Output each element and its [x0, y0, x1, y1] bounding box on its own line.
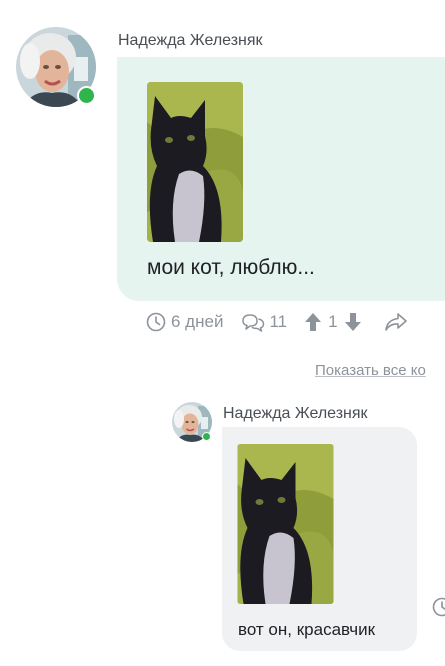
share-icon [384, 313, 407, 331]
post-text: мои кот, люблю... [147, 256, 315, 279]
share-button[interactable] [384, 312, 408, 332]
clock-icon [146, 312, 166, 332]
vote-controls: 1 [304, 312, 361, 332]
post-time-label: 6 дней [171, 312, 224, 331]
comments-button[interactable]: 11 [241, 312, 287, 332]
rating-count: 1 [328, 312, 338, 331]
reply-author-name[interactable]: Надежда Железняк [223, 405, 368, 423]
comment-thread: Надежда Железняк мои кот, люблю... 6 дне… [0, 0, 445, 666]
reply-photo[interactable] [237, 444, 334, 604]
reply-time [432, 597, 445, 622]
post-time: 6 дней [146, 312, 223, 332]
arrow-up-icon[interactable] [304, 312, 322, 332]
post-author-name[interactable]: Надежда Железняк [118, 32, 263, 50]
reply-online-status-icon [202, 432, 211, 441]
online-status-icon [77, 86, 96, 105]
clock-icon [432, 597, 445, 617]
post-actions-bar: 6 дней 11 1 [146, 310, 408, 334]
post-photo[interactable] [147, 82, 243, 242]
arrow-down-icon[interactable] [344, 312, 362, 332]
comments-icon [242, 314, 265, 332]
comments-count: 11 [269, 312, 288, 331]
reply-text: вот он, красавчик [238, 620, 376, 639]
show-all-replies-link[interactable]: Показать все ко [315, 362, 426, 379]
